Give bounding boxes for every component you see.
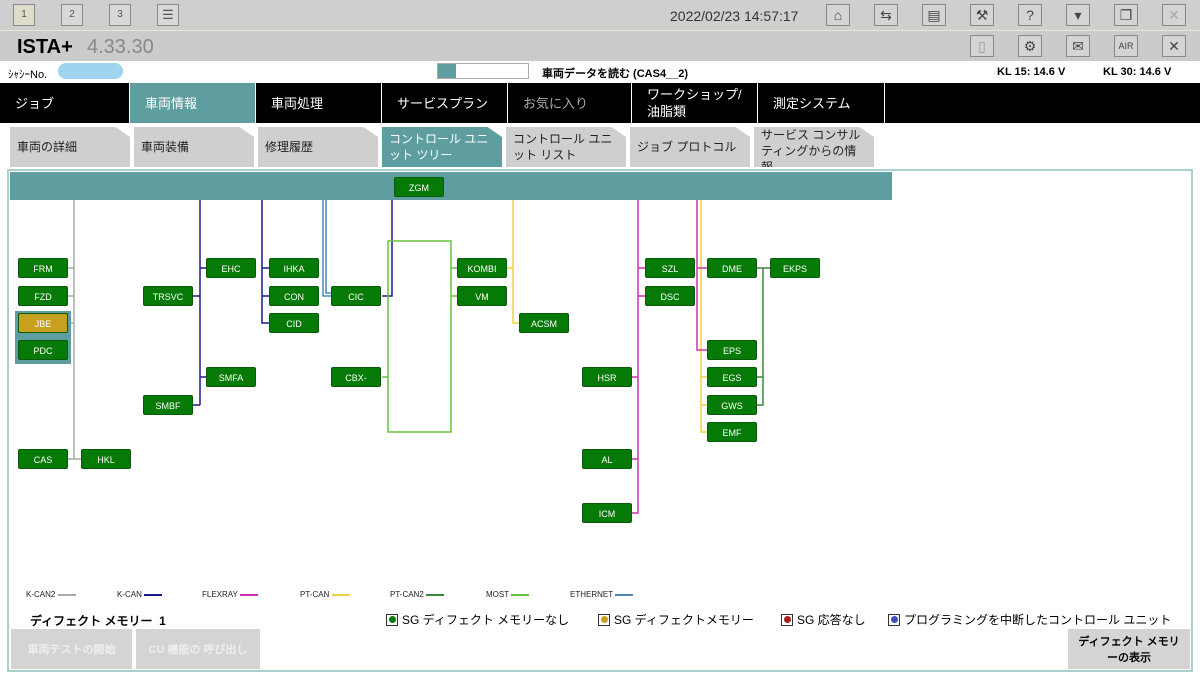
legend-label: MOST — [486, 590, 509, 599]
legend-pt-can: PT-CAN — [300, 590, 350, 599]
cu-frm[interactable]: FRM — [18, 258, 68, 278]
fault-memory-text: ディフェクト メモリー — [30, 614, 153, 628]
cu-ekps[interactable]: EKPS — [770, 258, 820, 278]
status-dot-icon — [386, 613, 398, 626]
cu-zgm[interactable]: ZGM — [394, 177, 444, 197]
cu-dme[interactable]: DME — [707, 258, 757, 278]
status-dot-icon — [781, 613, 793, 626]
status-legend-item: プログラミングを中断したコントロール ユニット — [888, 611, 1171, 628]
legend-flexray: FLEXRAY — [202, 590, 258, 599]
status-label: SG ディフェクト メモリーなし — [402, 613, 570, 627]
cu-ihka[interactable]: IHKA — [269, 258, 319, 278]
legend-swatch — [331, 593, 350, 596]
cu-cic[interactable]: CIC — [331, 286, 381, 306]
status-dot-icon — [598, 613, 610, 626]
start-vehicle-test-button[interactable]: 車両テストの開始 — [11, 629, 132, 669]
legend-swatch — [239, 593, 258, 596]
ethernet-line — [322, 200, 331, 297]
cu-jbe[interactable]: JBE — [18, 313, 68, 333]
cu-gws[interactable]: GWS — [707, 395, 757, 415]
cu-smfa[interactable]: SMFA — [206, 367, 256, 387]
cu-al[interactable]: AL — [582, 449, 632, 469]
cu-fzd[interactable]: FZD — [18, 286, 68, 306]
cu-emf[interactable]: EMF — [707, 422, 757, 442]
legend-label: PT-CAN2 — [390, 590, 424, 599]
show-fault-memory-button[interactable]: ディフェクト メモリーの表示 — [1068, 629, 1190, 669]
legend-swatch — [57, 593, 76, 596]
status-label: SG 応答なし — [797, 613, 866, 627]
cu-dsc[interactable]: DSC — [645, 286, 695, 306]
cu-cid[interactable]: CID — [269, 313, 319, 333]
cu-hkl[interactable]: HKL — [81, 449, 131, 469]
legend-label: K-CAN2 — [26, 590, 56, 599]
cu-acsm[interactable]: ACSM — [519, 313, 569, 333]
legend-k-can: K-CAN — [117, 590, 163, 599]
legend-label: FLEXRAY — [202, 590, 238, 599]
legend-k-can2: K-CAN2 — [26, 590, 76, 599]
legend-ethernet: ETHERNET — [570, 590, 634, 599]
legend-label: ETHERNET — [570, 590, 613, 599]
status-label: SG ディフェクトメモリー — [614, 613, 754, 627]
flexray-line — [632, 200, 707, 514]
cu-icm[interactable]: ICM — [582, 503, 632, 523]
legend-most: MOST — [486, 590, 530, 599]
cu-cas[interactable]: CAS — [18, 449, 68, 469]
cu-cbx-media[interactable]: CBX-MEDIA — [331, 367, 381, 403]
cu-con[interactable]: CON — [269, 286, 319, 306]
legend-swatch — [615, 593, 634, 596]
status-label: プログラミングを中断したコントロール ユニット — [904, 613, 1172, 627]
cu-ehc[interactable]: EHC — [206, 258, 256, 278]
status-dot-icon — [888, 613, 900, 626]
cu-kombi[interactable]: KOMBI — [457, 258, 507, 278]
legend-pt-can2: PT-CAN2 — [390, 590, 445, 599]
legend-swatch — [511, 593, 530, 596]
cu-trsvc[interactable]: TRSVC — [143, 286, 193, 306]
pt-can2-line — [757, 267, 770, 406]
cu-hsr[interactable]: HSR — [582, 367, 632, 387]
cu-function-button[interactable]: CU 機能の 呼び出し — [136, 629, 260, 669]
status-legend-item: SG ディフェクトメモリー — [598, 611, 754, 628]
most-ring — [382, 240, 457, 433]
cu-szl[interactable]: SZL — [645, 258, 695, 278]
legend-label: K-CAN — [117, 590, 142, 599]
cu-eps[interactable]: EPS — [707, 340, 757, 360]
legend-swatch — [144, 593, 163, 596]
cu-egs[interactable]: EGS — [707, 367, 757, 387]
cu-vm[interactable]: VM — [457, 286, 507, 306]
legend-swatch — [426, 593, 445, 596]
status-legend-item: SG ディフェクト メモリーなし — [386, 611, 569, 628]
status-legend-item: SG 応答なし — [781, 611, 866, 628]
cu-pdc[interactable]: PDC — [18, 340, 68, 360]
cu-smbf[interactable]: SMBF — [143, 395, 193, 415]
legend-label: PT-CAN — [300, 590, 330, 599]
bus-lines — [15, 200, 770, 514]
fault-memory-label: ディフェクト メモリー 1 — [30, 612, 166, 629]
fault-memory-count: 1 — [159, 614, 166, 628]
